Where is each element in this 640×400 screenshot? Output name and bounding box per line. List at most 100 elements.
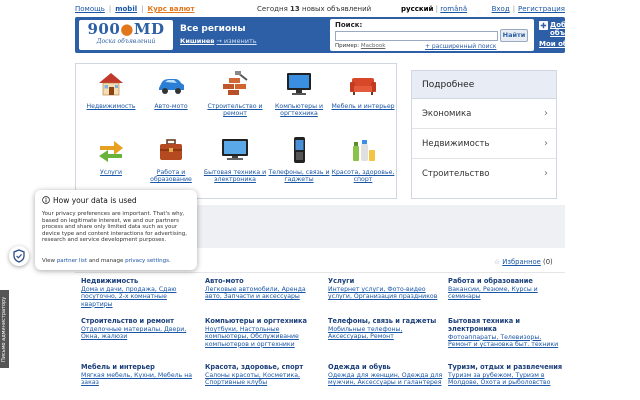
star-icon: ☆ — [494, 258, 501, 266]
separator: | — [108, 5, 112, 13]
search-button[interactable]: Найти — [500, 29, 528, 42]
separator: | — [141, 5, 144, 13]
category-appliances[interactable]: Бытовая техника и электроника — [203, 136, 267, 184]
partner-list-link[interactable]: partner list — [57, 258, 87, 264]
category-construction[interactable]: Строительство и ремонт — [203, 70, 267, 118]
section-clothing: Одежда и обувь Одежда для женщин, Одежда… — [328, 363, 444, 387]
tv-icon — [222, 139, 248, 160]
my-ads-link[interactable]: Мои объявления — [539, 40, 612, 48]
add-ad-link[interactable]: Добавить объявление — [550, 21, 612, 37]
section-title[interactable]: Телефоны, связь и гаджеты — [328, 317, 444, 326]
section-links[interactable]: Дома и дачи, продажа, Сдаю посуточно, 2-… — [81, 286, 197, 308]
section-jobs: Работа и образование Вакансии, Резюме, К… — [448, 277, 564, 301]
favorites[interactable]: ☆ Избранное (0) — [494, 258, 553, 266]
category-label[interactable]: Бытовая техника и электроника — [203, 169, 267, 183]
category-services[interactable]: Услуги — [79, 136, 143, 176]
section-appliances: Бытовая техника и электроника Фотоаппара… — [448, 317, 564, 349]
section-links[interactable]: Отделочные материалы, Двери, Окна, жалюз… — [81, 326, 197, 341]
category-auto[interactable]: Авто-мото — [139, 70, 203, 110]
more-item-construction[interactable]: Строительство › — [412, 159, 556, 189]
category-phones[interactable]: Телефоны, связь и гаджеты — [267, 136, 331, 184]
section-links[interactable]: Туризм за рубежом, Туризм в Молдове, Охо… — [448, 372, 564, 387]
advanced-search-link[interactable]: + расширенный поиск — [425, 43, 496, 50]
register-link[interactable]: Регистрация — [518, 5, 565, 13]
section-title[interactable]: Красота, здоровье, спорт — [205, 363, 321, 372]
section-links[interactable]: Фотоаппараты, Телевизоры, Ремонт и устан… — [448, 334, 564, 349]
login-link[interactable]: Вход — [492, 5, 510, 13]
lang-ru: русский — [401, 5, 434, 13]
logo[interactable]: 900●MD Доска объявлений — [79, 20, 173, 50]
category-label[interactable]: Мебель и интерьер — [331, 103, 395, 110]
category-real-estate[interactable]: Недвижимость — [79, 70, 143, 110]
chevron-right-icon: › — [544, 138, 548, 149]
more-item-label: Недвижимость — [422, 139, 490, 149]
category-label[interactable]: Телефоны, связь и гаджеты — [267, 169, 331, 183]
header: 900●MD Доска объявлений Все регионы Киши… — [75, 17, 606, 53]
category-label[interactable]: Недвижимость — [79, 103, 143, 110]
category-beauty[interactable]: Красота, здоровье, спорт — [331, 136, 395, 184]
section-links[interactable]: Мобильные телефоны, Аксессуары, Ремонт — [328, 326, 444, 341]
category-label[interactable]: Красота, здоровье, спорт — [331, 169, 395, 183]
sofa-icon — [350, 78, 376, 95]
section-links[interactable]: Мягкая мебель, Кухни, Мебель на заказ — [81, 372, 197, 387]
cosmetics-icon — [353, 140, 375, 161]
section-links[interactable]: Ноутбуки, Настольные компьютеры, Обслужи… — [205, 326, 321, 348]
section-tourism: Туризм, отдых и развлечения Туризм за ру… — [448, 363, 564, 387]
category-grid: Недвижимость Авто-мото Строительство и р… — [75, 63, 397, 199]
privacy-settings-link[interactable]: privacy settings — [125, 258, 169, 264]
more-item-real-estate[interactable]: Недвижимость › — [412, 129, 556, 159]
monitor-icon — [287, 73, 311, 95]
section-title[interactable]: Компьютеры и оргтехника — [205, 317, 321, 326]
contact-admin-tab[interactable]: Письмо администратору — [0, 290, 9, 368]
currency-link[interactable]: Курс валют — [147, 5, 194, 13]
more-panel: Подробнее Экономика › Недвижимость › Строи… — [411, 70, 557, 199]
section-title[interactable]: Мебель и интерьер — [81, 363, 197, 372]
mobil-link[interactable]: mobil — [115, 5, 137, 13]
category-label[interactable]: Работа и образование — [139, 169, 203, 183]
section-links[interactable]: Одежда для женщин, Одежда для мужчин, Ак… — [328, 372, 444, 387]
help-link[interactable]: Помощь — [75, 5, 105, 13]
search-example: Пример: Macbook — [335, 43, 385, 49]
popup-footer: View partner list and manage privacy set… — [42, 258, 171, 264]
chevron-right-icon: › — [544, 168, 548, 179]
category-label[interactable]: Компьютеры и оргтехника — [267, 103, 331, 117]
section-title[interactable]: Авто-мото — [205, 277, 321, 286]
section-title[interactable]: Туризм, отдых и развлечения — [448, 363, 564, 372]
header-links: Добавить объявление Мои объявления — [539, 21, 612, 48]
section-links[interactable]: Салоны красоты, Косметика, Спортивные кл… — [205, 372, 321, 387]
more-item-economy[interactable]: Экономика › — [412, 99, 556, 129]
category-label[interactable]: Строительство и ремонт — [203, 103, 267, 117]
section-title[interactable]: Работа и образование — [448, 277, 564, 286]
section-title[interactable]: Одежда и обувь — [328, 363, 444, 372]
category-furniture[interactable]: Мебель и интерьер — [331, 70, 395, 110]
section-title[interactable]: Бытовая техника и электроника — [448, 317, 564, 334]
separator: | — [435, 5, 439, 13]
section-furniture: Мебель и интерьер Мягкая мебель, Кухни, … — [81, 363, 197, 387]
chevron-right-icon: › — [544, 108, 548, 119]
section-beauty: Красота, здоровье, спорт Салоны красоты,… — [205, 363, 321, 387]
privacy-shield-button[interactable] — [9, 246, 29, 266]
example-label: Пример: — [335, 43, 360, 49]
more-panel-header: Подробнее — [412, 71, 556, 99]
lang-ro-link[interactable]: română — [440, 5, 467, 13]
section-title[interactable]: Строительство и ремонт — [81, 317, 197, 326]
category-jobs[interactable]: Работа и образование — [139, 136, 203, 184]
logo-dot: ● — [120, 20, 134, 38]
region-current[interactable]: Кишинев — [180, 37, 214, 45]
shield-icon — [13, 249, 25, 263]
favorites-link[interactable]: Избранное — [502, 258, 541, 266]
section-links[interactable]: Интернет услуги, Фото-видео услуги, Орга… — [328, 286, 444, 301]
section-computers: Компьютеры и оргтехника Ноутбуки, Настол… — [205, 317, 321, 348]
category-computers[interactable]: Компьютеры и оргтехника — [267, 70, 331, 118]
section-title[interactable]: Недвижимость — [81, 277, 197, 286]
category-label[interactable]: Авто-мото — [139, 103, 203, 110]
region-change-link[interactable]: → изменить — [216, 37, 256, 45]
search-input[interactable] — [335, 31, 498, 41]
language-switch: русский | română — [401, 5, 467, 13]
section-links[interactable]: Вакансии, Резюме, Курсы и семинары — [448, 286, 564, 301]
example-value[interactable]: Macbook — [361, 43, 386, 49]
category-label[interactable]: Услуги — [79, 169, 143, 176]
section-title[interactable]: Услуги — [328, 277, 444, 286]
divider — [75, 272, 565, 273]
section-links[interactable]: Легковые автомобили, Аренда авто, Запчас… — [205, 286, 321, 301]
